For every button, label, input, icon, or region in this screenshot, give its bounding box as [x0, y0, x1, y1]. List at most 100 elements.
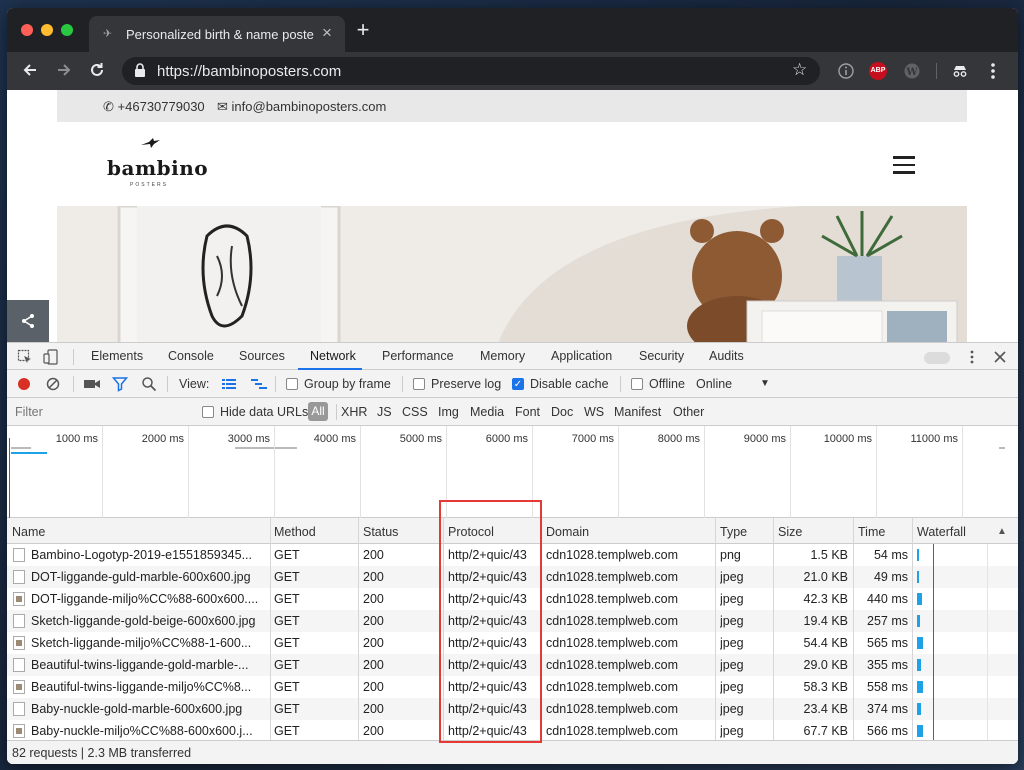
column-header-domain[interactable]: Domain	[546, 525, 589, 539]
tab-sources[interactable]: Sources	[239, 349, 285, 363]
sort-ascending-icon[interactable]: ▲	[997, 526, 1007, 537]
maximize-window-button[interactable]	[61, 24, 73, 36]
filter-type-all[interactable]: All	[308, 402, 328, 421]
back-arrow-icon[interactable]	[19, 61, 41, 81]
waterfall-overview-icon[interactable]	[250, 376, 267, 392]
cell-name: DOT-liggande-guld-marble-600x600.jpg	[31, 570, 251, 584]
browser-menu-icon[interactable]	[987, 62, 999, 80]
close-tab-icon[interactable]: ×	[318, 24, 336, 42]
filter-type-img[interactable]: Img	[438, 405, 459, 419]
bookmark-star-icon[interactable]: ☆	[792, 60, 807, 80]
url-text: https://bambinoposters.com	[157, 63, 342, 80]
filter-type-js[interactable]: JS	[377, 405, 392, 419]
incognito-icon[interactable]	[951, 62, 969, 80]
inspect-element-icon[interactable]	[17, 349, 33, 365]
column-header-size[interactable]: Size	[778, 525, 802, 539]
clear-icon[interactable]	[45, 376, 61, 392]
group-by-frame-checkbox[interactable]	[286, 378, 298, 390]
reload-icon[interactable]	[86, 61, 108, 81]
cell-type: png	[720, 548, 741, 562]
tab-application[interactable]: Application	[551, 349, 612, 363]
svg-text:W: W	[905, 67, 918, 78]
tab-security[interactable]: Security	[639, 349, 684, 363]
large-rows-icon[interactable]	[221, 376, 237, 392]
devtools-menu-icon[interactable]	[964, 349, 980, 365]
tab-memory[interactable]: Memory	[480, 349, 525, 363]
network-toolbar: View: Group by frame Preserve log ✓ Disa…	[7, 370, 1018, 398]
tab-audits[interactable]: Audits	[709, 349, 744, 363]
close-window-button[interactable]	[21, 24, 33, 36]
cell-status: 200	[363, 570, 384, 584]
devtools-toggle[interactable]	[924, 352, 950, 364]
search-icon[interactable]	[141, 376, 157, 392]
disable-cache-checkbox[interactable]: ✓	[512, 378, 524, 390]
filter-funnel-icon[interactable]	[111, 376, 129, 392]
toolbar-separator	[936, 63, 937, 79]
column-header-time[interactable]: Time	[858, 525, 885, 539]
forward-arrow-icon[interactable]	[53, 61, 75, 81]
timeline-tick-label: 9000 ms	[743, 433, 786, 445]
share-icon[interactable]	[7, 300, 49, 342]
cell-time: 440 ms	[867, 592, 908, 606]
record-icon[interactable]	[16, 376, 32, 392]
cell-time: 565 ms	[867, 636, 908, 650]
cell-status: 200	[363, 702, 384, 716]
timeline-tick-label: 10000 ms	[823, 433, 872, 445]
waterfall-bar	[917, 615, 920, 627]
column-header-type[interactable]: Type	[720, 525, 747, 539]
cell-domain: cdn1028.templweb.com	[546, 636, 679, 650]
filter-type-font[interactable]: Font	[515, 405, 540, 419]
column-header-waterfall[interactable]: Waterfall	[917, 525, 966, 539]
column-header-method[interactable]: Method	[274, 525, 316, 539]
hide-data-urls-checkbox[interactable]	[202, 406, 214, 418]
tab-elements[interactable]: Elements	[91, 349, 143, 363]
throttling-dropdown-icon[interactable]: ▼	[760, 378, 770, 389]
filter-type-other[interactable]: Other	[673, 405, 704, 419]
cell-size: 19.4 KB	[803, 614, 848, 628]
wordpress-extension-icon[interactable]: W	[903, 62, 921, 80]
address-bar[interactable]: https://bambinoposters.com ☆	[122, 57, 820, 85]
cell-status: 200	[363, 724, 384, 738]
tab-network[interactable]: Network	[310, 349, 356, 363]
throttling-select[interactable]: Online	[696, 377, 732, 391]
close-devtools-icon[interactable]	[992, 349, 1008, 365]
browser-tab[interactable]: ✈ Personalized birth & name poster ×	[89, 16, 345, 52]
filter-type-manifest[interactable]: Manifest	[614, 405, 661, 419]
cell-status: 200	[363, 680, 384, 694]
toolbar-separator	[336, 404, 337, 420]
new-tab-plus-icon[interactable]: +	[353, 19, 373, 41]
site-logo[interactable]: bambino POSTERS	[107, 136, 208, 188]
cell-name: DOT-liggande-miljo%CC%88-600x600....	[31, 592, 259, 606]
info-icon[interactable]	[837, 62, 855, 80]
cell-name: Sketch-liggande-gold-beige-600x600.jpg	[31, 614, 256, 628]
adblock-plus-icon[interactable]: ABP	[869, 62, 887, 80]
device-toolbar-icon[interactable]	[43, 349, 59, 365]
hamburger-menu-icon[interactable]	[893, 156, 915, 174]
cell-size: 1.5 KB	[810, 548, 848, 562]
filter-type-xhr[interactable]: XHR	[341, 405, 367, 419]
filter-type-media[interactable]: Media	[470, 405, 504, 419]
lock-icon	[134, 63, 148, 79]
filter-type-doc[interactable]: Doc	[551, 405, 573, 419]
toolbar-separator	[167, 376, 168, 392]
tab-console[interactable]: Console	[168, 349, 214, 363]
tab-performance[interactable]: Performance	[382, 349, 454, 363]
filter-type-css[interactable]: CSS	[402, 405, 428, 419]
timeline-gridline	[790, 426, 791, 518]
column-header-name[interactable]: Name	[12, 525, 45, 539]
cell-time: 558 ms	[867, 680, 908, 694]
toolbar-separator	[402, 376, 403, 392]
minimize-window-button[interactable]	[41, 24, 53, 36]
cell-size: 29.0 KB	[803, 658, 848, 672]
column-header-status[interactable]: Status	[363, 525, 398, 539]
offline-checkbox[interactable]	[631, 378, 643, 390]
cell-type: jpeg	[720, 658, 744, 672]
filter-input[interactable]	[11, 401, 185, 423]
filter-type-ws[interactable]: WS	[584, 405, 604, 419]
cell-time: 374 ms	[867, 702, 908, 716]
screenshot-camera-icon[interactable]	[83, 376, 100, 392]
phone-link[interactable]: ✆ +46730779030	[103, 99, 205, 115]
preserve-log-checkbox[interactable]	[413, 378, 425, 390]
timeline-tick-label: 3000 ms	[227, 433, 270, 445]
email-link[interactable]: ✉ info@bambinoposters.com	[217, 99, 386, 115]
